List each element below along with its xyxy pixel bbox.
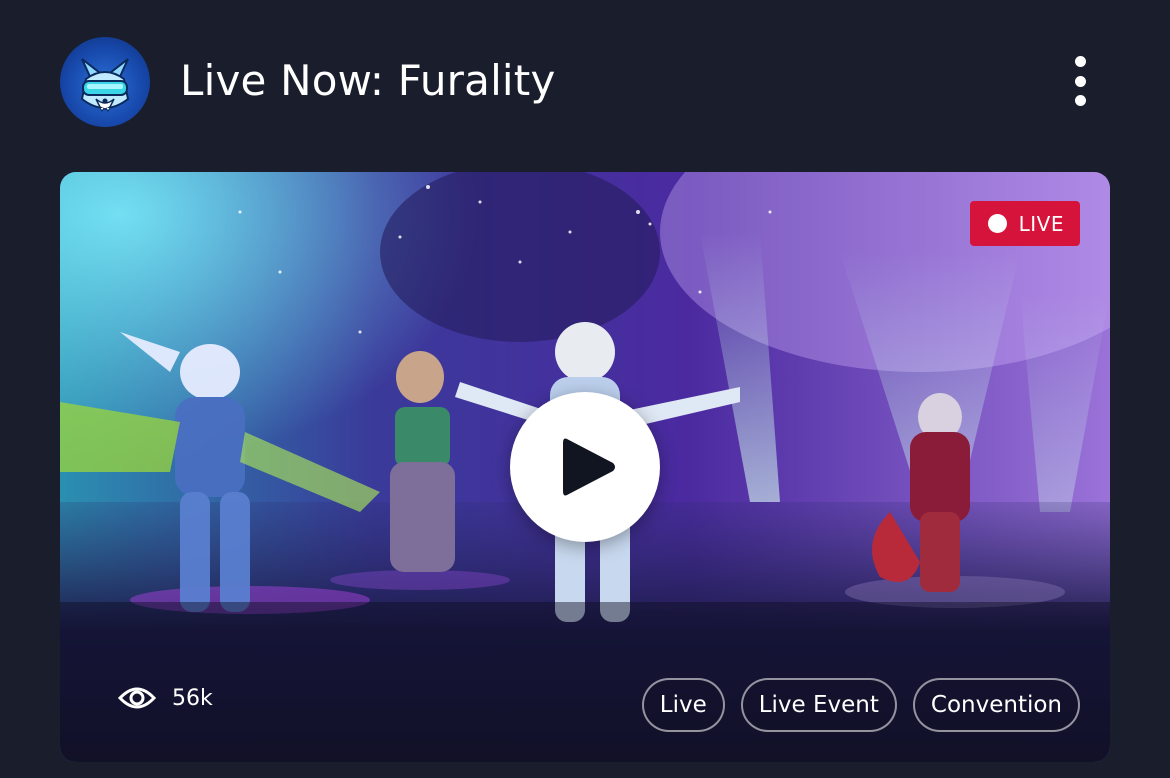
play-button[interactable]	[510, 392, 660, 542]
eye-icon	[118, 687, 156, 709]
live-badge: LIVE	[969, 201, 1080, 246]
wolf-vr-headset-icon	[80, 58, 130, 112]
tag-chip[interactable]: Convention	[912, 678, 1080, 732]
channel-avatar[interactable]	[60, 37, 150, 127]
live-dot-icon	[987, 214, 1007, 233]
more-vertical-icon	[1074, 56, 1086, 67]
play-icon	[563, 438, 615, 496]
video-thumbnail[interactable]: LIVE 56k Live Live Event Convention	[60, 172, 1110, 762]
page-title: Live Now: Furality	[180, 56, 556, 105]
card-header: Live Now: Furality	[0, 0, 1170, 165]
tag-list: Live Live Event Convention	[641, 678, 1080, 732]
view-count-value: 56k	[172, 685, 213, 711]
tag-chip[interactable]: Live	[641, 678, 725, 732]
view-count: 56k	[118, 684, 213, 712]
more-options-button[interactable]	[1056, 50, 1104, 112]
tag-chip[interactable]: Live Event	[740, 678, 897, 732]
live-badge-label: LIVE	[1018, 211, 1064, 236]
